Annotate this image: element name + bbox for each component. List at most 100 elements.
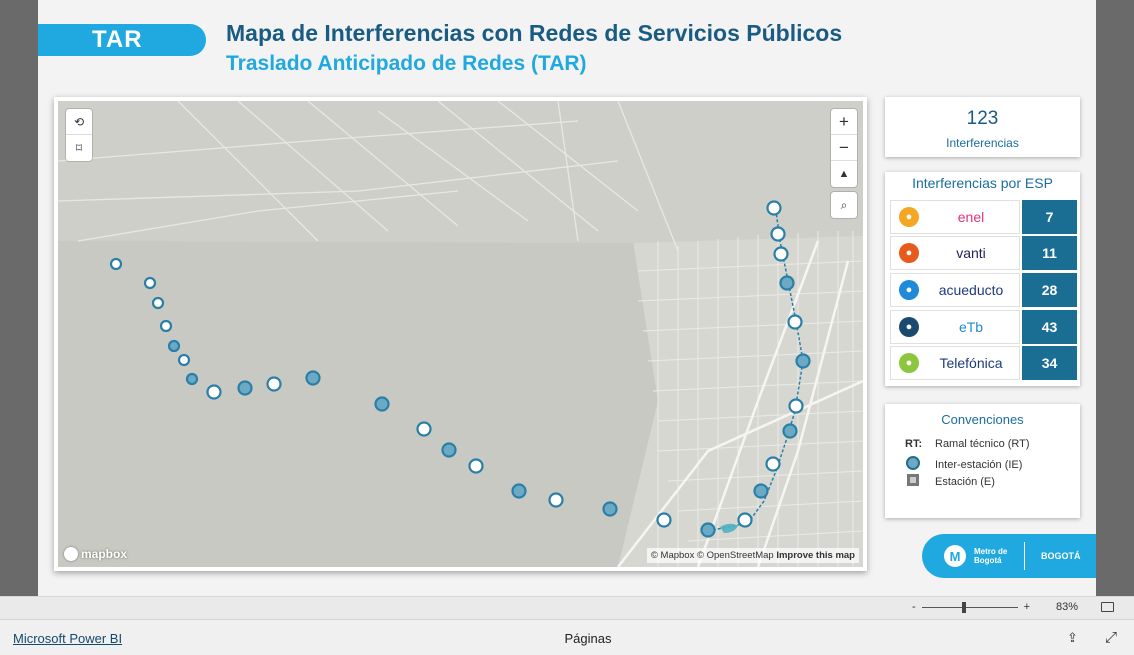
improve-map-link[interactable]: Improve this map — [776, 550, 855, 561]
station-marker[interactable] — [548, 492, 564, 508]
station-marker[interactable] — [151, 296, 165, 310]
esp-value: 11 — [1022, 236, 1077, 270]
esp-row[interactable]: ● acueducto 28 — [890, 273, 1077, 307]
inter-station-marker[interactable] — [753, 483, 769, 499]
mapbox-logo-icon — [64, 547, 78, 561]
kpi-label: Interferencias — [946, 136, 1019, 150]
water-icon: ● — [899, 280, 919, 300]
map-attribution: © Mapbox © OpenStreetMap Improve this ma… — [646, 548, 859, 563]
fit-to-page-icon[interactable] — [1101, 602, 1114, 612]
conventions-title: Convenciones — [941, 412, 1024, 427]
esp-logo: ● enel — [890, 200, 1020, 234]
conventions-legend: Convenciones RT: Ramal técnico (RT) Inte… — [885, 404, 1080, 518]
esp-name: acueducto — [938, 282, 1004, 298]
map-search-control: ⌕ — [831, 192, 857, 218]
station-marker[interactable] — [773, 246, 789, 262]
esp-row[interactable]: ● Telefónica 34 — [890, 346, 1077, 380]
esp-name: vanti — [956, 245, 986, 261]
zoom-slider[interactable] — [921, 601, 1018, 613]
inter-station-marker[interactable] — [700, 522, 716, 538]
station-marker[interactable] — [765, 456, 781, 472]
inter-station-marker[interactable] — [602, 501, 618, 517]
station-marker[interactable] — [159, 319, 173, 333]
share-icon[interactable]: ⇪ — [1067, 630, 1082, 645]
esp-value: 7 — [1022, 200, 1077, 234]
bolt-icon: ● — [899, 207, 919, 227]
esp-row[interactable]: ● vanti 11 — [890, 236, 1077, 270]
zoom-out-button[interactable]: − — [831, 135, 857, 161]
inter-station-icon — [906, 456, 920, 470]
esp-row[interactable]: ● enel 7 — [890, 200, 1077, 234]
telecom-icon: ● — [899, 317, 919, 337]
page-subtitle: Traslado Anticipado de Redes (TAR) — [226, 52, 587, 75]
inter-station-marker[interactable] — [795, 353, 811, 369]
station-marker[interactable] — [737, 512, 753, 528]
right-gutter — [1096, 0, 1134, 596]
rect-select-icon[interactable]: ⌑ — [66, 135, 92, 161]
station-marker[interactable] — [788, 398, 804, 414]
inter-station-marker[interactable] — [237, 380, 253, 396]
powerbi-viewer: TAR Mapa de Interferencias con Redes de … — [0, 0, 1134, 655]
esp-name: Telefónica — [939, 355, 1003, 371]
kpi-value: 123 — [966, 108, 999, 129]
zoom-in-plus[interactable]: + — [1024, 601, 1030, 613]
search-icon[interactable]: ⌕ — [831, 192, 857, 218]
map-canvas — [58, 101, 863, 567]
inter-station-marker[interactable] — [782, 423, 798, 439]
map-visual: ⟲ ⌑ + − ▲ ⌕ mapbox © Mapbox © OpenStreet… — [54, 97, 867, 571]
station-marker[interactable] — [143, 276, 157, 290]
zoom-bar: - + 83% — [0, 596, 1134, 619]
zoom-in-button[interactable]: + — [831, 109, 857, 135]
zoom-thumb[interactable] — [961, 601, 966, 613]
zoom-out-minus[interactable]: - — [912, 601, 916, 613]
compass-icon[interactable]: ▲ — [831, 161, 857, 187]
tar-tag: TAR — [38, 24, 206, 56]
report-page: TAR Mapa de Interferencias con Redes de … — [38, 0, 1096, 596]
kpi-card: 123 Interferencias — [885, 97, 1080, 157]
left-gutter — [0, 0, 38, 596]
zoom-percent: 83% — [1056, 601, 1079, 613]
inter-station-marker[interactable] — [185, 372, 199, 386]
station-marker[interactable] — [468, 458, 484, 474]
station-marker[interactable] — [656, 512, 672, 528]
mapbox-logo[interactable]: mapbox — [64, 547, 127, 561]
metro-name: Metro de Bogotá — [974, 547, 1008, 565]
inter-station-marker[interactable] — [779, 275, 795, 291]
bogota-logo: BOGOTÁ — [1041, 551, 1081, 561]
station-marker[interactable] — [770, 226, 786, 242]
legend-row-rt: RT: Ramal técnico (RT) — [905, 438, 1030, 450]
esp-title: Interferencias por ESP — [912, 175, 1053, 191]
zoom-slider-group: - + — [912, 601, 1030, 613]
esp-logo: ● vanti — [890, 236, 1020, 270]
station-marker[interactable] — [109, 257, 123, 271]
fullscreen-icon[interactable]: ⤢ — [1105, 629, 1117, 646]
inter-station-marker[interactable] — [167, 339, 181, 353]
metro-logo-icon: M — [944, 545, 966, 567]
lasso-select-icon[interactable]: ⟲ — [66, 109, 92, 135]
inter-station-marker[interactable] — [374, 396, 390, 412]
mapbox-map[interactable]: ⟲ ⌑ + − ▲ ⌕ mapbox © Mapbox © OpenStreet… — [58, 101, 863, 567]
esp-logo: ● acueducto — [890, 273, 1020, 307]
brand-divider — [1024, 542, 1025, 570]
phone-icon: ● — [899, 353, 919, 373]
station-marker[interactable] — [787, 314, 803, 330]
esp-value: 34 — [1022, 346, 1077, 380]
station-marker[interactable] — [416, 421, 432, 437]
inter-station-marker[interactable] — [305, 370, 321, 386]
esp-row[interactable]: ● eTb 43 — [890, 310, 1077, 344]
inter-station-marker[interactable] — [441, 442, 457, 458]
esp-logo: ● eTb — [890, 310, 1020, 344]
pages-button[interactable]: Páginas — [0, 631, 1134, 646]
gas-icon: ● — [899, 243, 919, 263]
map-zoom-controls: + − ▲ — [831, 109, 857, 187]
station-marker[interactable] — [766, 200, 782, 216]
station-marker[interactable] — [206, 384, 222, 400]
esp-name: enel — [957, 209, 985, 225]
esp-value: 43 — [1022, 310, 1077, 344]
station-marker[interactable] — [266, 376, 282, 392]
inter-station-marker[interactable] — [511, 483, 527, 499]
map-left-tools: ⟲ ⌑ — [66, 109, 92, 161]
page-title: Mapa de Interferencias con Redes de Serv… — [226, 20, 843, 46]
station-marker[interactable] — [177, 353, 191, 367]
footer-bar: Microsoft Power BI Páginas ⇪ ⤢ — [0, 619, 1134, 655]
